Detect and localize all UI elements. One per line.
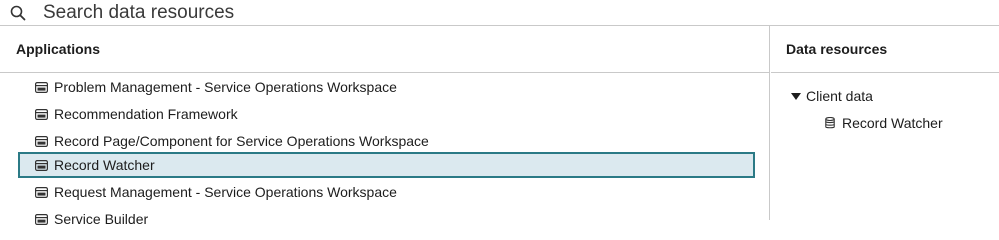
application-item-record-page-component[interactable]: Record Page/Component for Service Operat… bbox=[18, 128, 755, 154]
application-item-label: Request Management - Service Operations … bbox=[54, 184, 397, 200]
app-window-icon bbox=[35, 108, 48, 120]
application-item-service-builder[interactable]: Service Builder bbox=[18, 206, 755, 232]
app-window-icon bbox=[35, 81, 48, 93]
application-item-recommendation-framework[interactable]: Recommendation Framework bbox=[18, 101, 755, 127]
caret-down-icon[interactable] bbox=[791, 92, 801, 100]
application-item-label: Record Watcher bbox=[54, 157, 155, 173]
tree-item-record-watcher[interactable]: Record Watcher bbox=[825, 115, 943, 131]
search-icon bbox=[10, 5, 26, 21]
application-item-label: Record Page/Component for Service Operat… bbox=[54, 133, 429, 149]
application-item-label: Recommendation Framework bbox=[54, 106, 238, 122]
database-icon bbox=[825, 117, 835, 129]
app-window-icon bbox=[35, 159, 48, 171]
data-resources-panel: Data resources Client data Record Watche… bbox=[771, 26, 999, 220]
data-resources-header: Data resources bbox=[771, 26, 999, 73]
tree-node-label: Client data bbox=[806, 88, 873, 104]
search-bar bbox=[0, 0, 999, 26]
application-item-request-management[interactable]: Request Management - Service Operations … bbox=[18, 179, 755, 205]
tree-node-client-data[interactable]: Client data bbox=[791, 88, 873, 104]
applications-panel: Applications Problem Management - Servic… bbox=[0, 26, 770, 227]
application-item-record-watcher[interactable]: Record Watcher bbox=[18, 152, 755, 178]
app-window-icon bbox=[35, 135, 48, 147]
app-window-icon bbox=[35, 213, 48, 225]
application-item-label: Problem Management - Service Operations … bbox=[54, 79, 397, 95]
application-item-problem-management[interactable]: Problem Management - Service Operations … bbox=[18, 74, 755, 100]
applications-header: Applications bbox=[0, 26, 769, 73]
tree-item-label: Record Watcher bbox=[842, 115, 943, 131]
search-input[interactable] bbox=[43, 0, 943, 25]
application-item-label: Service Builder bbox=[54, 211, 149, 227]
app-window-icon bbox=[35, 186, 48, 198]
